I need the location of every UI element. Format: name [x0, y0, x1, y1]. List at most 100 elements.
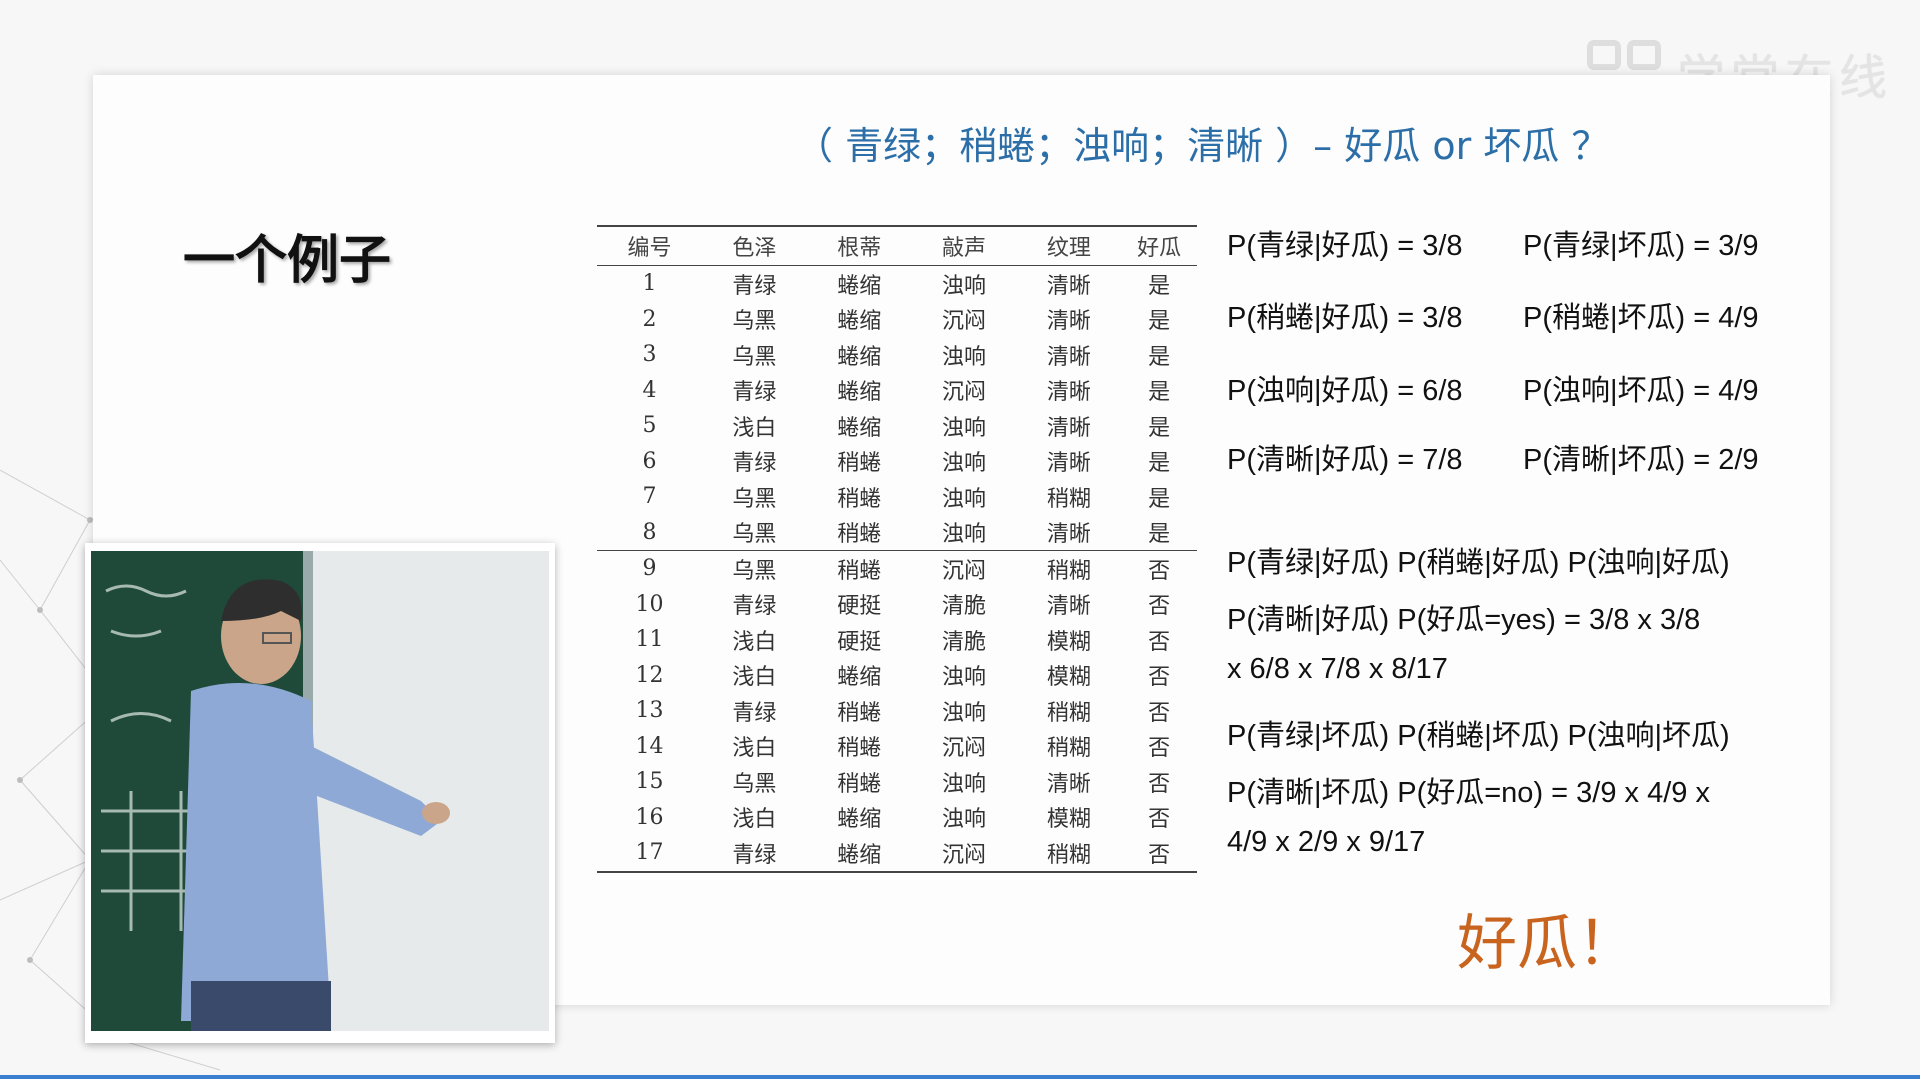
cell-root: 蜷缩 [837, 344, 882, 370]
cell-sound: 浊响 [942, 486, 987, 512]
cell-id: 17 [597, 835, 702, 873]
table-row: 9 乌黑 稍蜷 沉闷 稍糊否 [597, 550, 1197, 587]
prob-bad: P(稍蜷|坏瓜) = 4/9 [1523, 302, 1759, 334]
cell-root: 蜷缩 [837, 273, 882, 299]
table-header: 编号 [597, 226, 702, 266]
calc-line: P(青绿|好瓜) P(稍蜷|好瓜) P(浊响|好瓜) [1227, 547, 1730, 579]
video-frame [91, 551, 549, 1031]
cell-sound: 浊响 [942, 451, 987, 477]
cell-good: 是 [1148, 309, 1171, 335]
table-header: 根蒂 [806, 226, 912, 266]
cell-good: 是 [1148, 486, 1171, 512]
cell-texture: 清晰 [1046, 522, 1091, 548]
table-row: 3 乌黑 蜷缩 浊响 清晰 是 [597, 337, 1197, 373]
prob-bad: P(青绿|坏瓜) = 3/9 [1523, 230, 1759, 262]
cell-texture: 稍糊 [1016, 835, 1122, 873]
cell-good: 否 [1148, 700, 1171, 726]
cell-sound: 浊响 [942, 771, 987, 797]
cell-root: 硬挺 [837, 594, 882, 620]
cell-id: 4 [642, 377, 657, 403]
cell-color: 乌黑 [732, 522, 777, 548]
cell-sound: 沉闷 [942, 736, 987, 762]
cell-sound: 浊响 [942, 665, 987, 691]
cell-color: 乌黑 [732, 771, 777, 797]
cell-texture: 清晰 [1046, 380, 1091, 406]
cell-good: 是 [1148, 415, 1171, 441]
lecturer-video[interactable] [85, 543, 555, 1043]
table-row: 4 青绿 蜷缩 沉闷 清晰 是 [597, 373, 1197, 409]
cell-color: 浅白 [732, 415, 777, 441]
cell-texture: 模糊 [1046, 807, 1091, 833]
table-row: 17 青绿 蜷缩 沉闷 稍糊否 [597, 835, 1197, 873]
cell-root: 蜷缩 [837, 309, 882, 335]
cell-color: 乌黑 [732, 344, 777, 370]
table-header: 敲声 [911, 226, 1017, 266]
cell-root: 硬挺 [837, 629, 882, 655]
cell-id: 14 [635, 733, 664, 759]
cell-id: 11 [635, 627, 664, 653]
table-header: 色泽 [701, 226, 807, 266]
cell-texture: 模糊 [1046, 629, 1091, 655]
cell-texture: 稍糊 [1016, 550, 1122, 587]
cell-texture: 稍糊 [1046, 736, 1091, 762]
cell-sound: 沉闷 [911, 835, 1017, 873]
probability-row: P(浊响|好瓜) = 6/8 P(浊响|坏瓜) = 4/9 [1227, 367, 1759, 409]
cell-color: 青绿 [732, 451, 777, 477]
cell-good: 是 [1148, 380, 1171, 406]
cell-sound: 沉闷 [942, 309, 987, 335]
cell-id: 1 [642, 271, 657, 297]
cell-good: 否 [1148, 736, 1171, 762]
cell-color: 浅白 [732, 736, 777, 762]
cell-root: 蜷缩 [837, 807, 882, 833]
cell-good: 否 [1148, 807, 1171, 833]
cell-color: 青绿 [732, 380, 777, 406]
cell-texture: 模糊 [1046, 665, 1091, 691]
cell-id: 10 [635, 591, 664, 617]
cell-texture: 清晰 [1046, 771, 1091, 797]
cell-id: 16 [635, 804, 664, 830]
cell-id: 8 [642, 519, 657, 545]
cell-texture: 稍糊 [1046, 486, 1091, 512]
cell-sound: 浊响 [942, 273, 987, 299]
calc-line: 4/9 x 2/9 x 9/17 [1227, 826, 1426, 858]
prob-bad: P(浊响|坏瓜) = 4/9 [1523, 375, 1759, 407]
table-row: 11 浅白 硬挺 清脆 模糊 否 [597, 622, 1197, 658]
cell-id: 7 [642, 484, 657, 510]
cell-good: 否 [1121, 550, 1197, 587]
cell-id: 13 [635, 698, 664, 724]
bottom-accent-line [0, 1075, 1920, 1079]
cell-id: 5 [642, 413, 657, 439]
probability-row: P(青绿|好瓜) = 3/8 P(青绿|坏瓜) = 3/9 [1227, 222, 1759, 264]
cell-color: 浅白 [732, 665, 777, 691]
cell-good: 否 [1148, 771, 1171, 797]
table-row: 13 青绿 稍蜷 浊响 稍糊 否 [597, 693, 1197, 729]
cell-color: 浅白 [732, 807, 777, 833]
table-row: 16 浅白 蜷缩 浊响 模糊 否 [597, 800, 1197, 836]
prob-bad: P(清晰|坏瓜) = 2/9 [1523, 444, 1759, 476]
cell-root: 稍蜷 [837, 700, 882, 726]
table-body: 1 青绿 蜷缩 浊响 清晰是 2 乌黑 蜷缩 沉闷 清晰是 3 乌黑 蜷缩 浊响 清晰是 4 青绿 蜷缩 沉闷 清晰是… [597, 266, 1197, 873]
cell-sound: 清脆 [942, 629, 987, 655]
cell-root: 稍蜷 [837, 451, 882, 477]
cell-root: 蜷缩 [837, 415, 882, 441]
probability-row: P(清晰|好瓜) = 7/8 P(清晰|坏瓜) = 2/9 [1227, 436, 1759, 478]
table-header-row: 编号 色泽 根蒂 敲声 纹理 好瓜 [597, 226, 1197, 266]
table-row: 1 青绿 蜷缩 浊响 清晰 是 [597, 266, 1197, 302]
calc-line: P(青绿|坏瓜) P(稍蜷|坏瓜) P(浊响|坏瓜) [1227, 720, 1730, 752]
table-row: 12 浅白 蜷缩 浊响 模糊 否 [597, 658, 1197, 694]
cell-color: 乌黑 [701, 550, 807, 587]
cell-sound: 浊响 [942, 522, 987, 548]
cell-texture: 清晰 [1046, 273, 1091, 299]
cell-color: 青绿 [701, 835, 807, 873]
lecturer-illustration [91, 551, 549, 1031]
table-row: 10 青绿 硬挺 清脆 清晰 否 [597, 587, 1197, 623]
cell-texture: 清晰 [1046, 594, 1091, 620]
calc-line: P(清晰|坏瓜) P(好瓜=no) = 3/9 x 4/9 x [1227, 777, 1710, 809]
calc-line: x 6/8 x 7/8 x 8/17 [1227, 653, 1448, 685]
calc-line: P(清晰|好瓜) P(好瓜=yes) = 3/8 x 3/8 [1227, 604, 1701, 636]
table-header: 纹理 [1016, 226, 1122, 266]
cell-color: 乌黑 [732, 486, 777, 512]
probability-row: P(稍蜷|好瓜) = 3/8 P(稍蜷|坏瓜) = 4/9 [1227, 294, 1759, 336]
cell-root: 蜷缩 [837, 380, 882, 406]
table-row: 15 乌黑 稍蜷 浊响 清晰 否 [597, 764, 1197, 800]
